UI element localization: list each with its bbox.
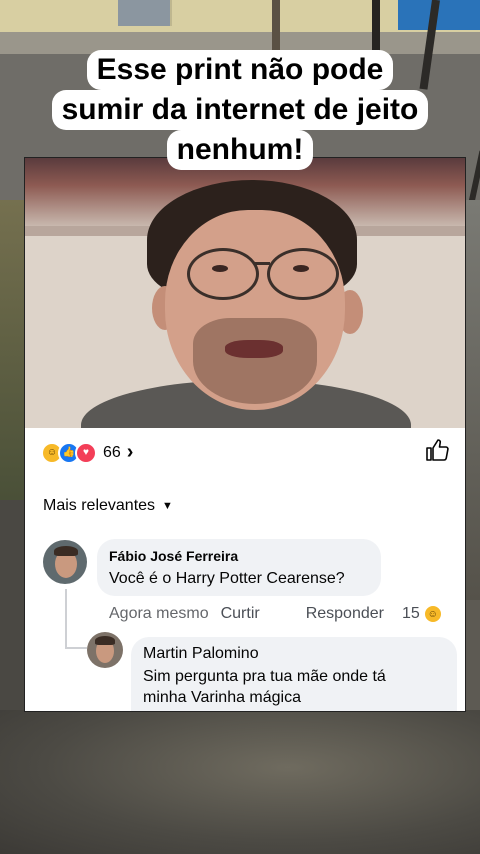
comment-sort-selector[interactable]: Mais relevantes ▼ (43, 497, 173, 515)
reply-comment-button[interactable]: Responder (306, 605, 384, 623)
ground-right (466, 200, 480, 600)
thumbs-up-icon[interactable] (425, 438, 449, 462)
reactions-summary[interactable]: ☺ 👍 ♥ 66 › (41, 441, 133, 464)
reaction-count: 66 (103, 443, 121, 461)
reply-author[interactable]: Martin Palomino (143, 645, 259, 663)
comment-reaction-count[interactable]: 15 (402, 605, 420, 623)
caption-overlay: Esse print não pode sumir da internet de… (0, 50, 480, 170)
sort-label: Mais relevantes (43, 497, 156, 514)
caption-line: nenhum! (166, 130, 314, 170)
comment-time: Agora mesmo (109, 605, 209, 622)
post-video[interactable] (25, 158, 465, 428)
love-reaction-icon: ♥ (75, 441, 97, 464)
reply-bubble: Martin Palomino Sim pergunta pra tua mãe… (131, 637, 457, 711)
facebook-post-screenshot: ☺ 👍 ♥ 66 › Mais relevantes ▼ Fábio José … (24, 157, 466, 712)
comment-text: Você é o Harry Potter Cearense? (109, 570, 345, 587)
comment-author[interactable]: Fábio José Ferreira (109, 548, 238, 564)
fence-bar (372, 0, 380, 56)
avatar-hair (95, 636, 115, 645)
chevron-right-icon: › (126, 441, 134, 463)
person-beard (193, 318, 317, 404)
haha-reaction-icon: ☺ (422, 604, 443, 624)
glasses-bridge (254, 262, 270, 265)
ground-left (0, 200, 24, 500)
reply-text-line: Sim pergunta pra tua mãe onde tá (143, 668, 386, 685)
glasses-lens (187, 248, 259, 300)
reply-text-line: minha Varinha mágica (143, 689, 302, 706)
caption-line: sumir da internet de jeito (51, 90, 429, 130)
reply-thread-line (65, 589, 67, 649)
comment-actions: Agora mesmo Curtir Responder 15 ☺ (109, 604, 443, 624)
chevron-down-icon: ▼ (162, 500, 173, 512)
ground-left-lower (0, 500, 24, 710)
pole (272, 0, 280, 52)
reply-thread-line (65, 647, 87, 649)
avatar[interactable] (87, 632, 123, 668)
person-mouth (225, 340, 283, 358)
person-eye (293, 265, 309, 272)
person-eye (212, 265, 228, 272)
avatar-hair (54, 546, 78, 556)
comment-bubble: Fábio José Ferreira Você é o Harry Potte… (97, 539, 381, 596)
window (118, 0, 172, 26)
ground (0, 710, 480, 854)
like-comment-button[interactable]: Curtir (221, 605, 260, 623)
avatar[interactable] (43, 540, 87, 584)
glasses-lens (267, 248, 339, 300)
caption-line: Esse print não pode (86, 50, 394, 90)
